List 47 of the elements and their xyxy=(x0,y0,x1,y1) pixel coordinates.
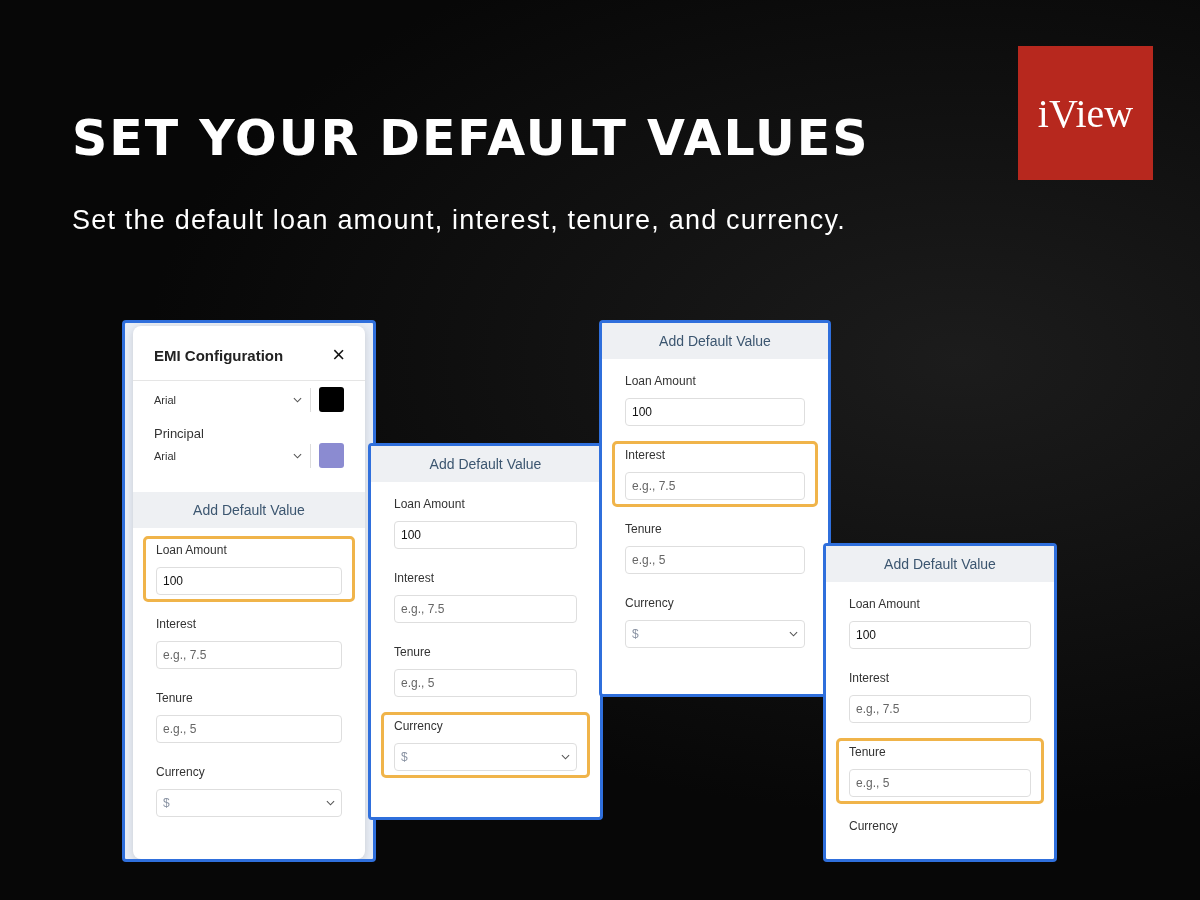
field-label: Interest xyxy=(394,571,436,585)
input-field[interactable]: 100 xyxy=(849,621,1031,649)
field-label: Currency xyxy=(156,765,206,779)
field-label: Currency xyxy=(849,819,899,833)
chevron-icon xyxy=(293,452,302,459)
input-field[interactable]: e.g., 5 xyxy=(625,546,805,574)
chevron-icon xyxy=(561,754,570,760)
subheading: Set the default loan amount, interest, tenure, and currency. xyxy=(72,205,847,236)
color-swatch[interactable] xyxy=(319,443,344,468)
chevron-icon xyxy=(326,800,335,806)
input-field[interactable]: e.g., 5 xyxy=(849,769,1031,797)
input-field[interactable]: 100 xyxy=(625,398,805,426)
field-label: Loan Amount xyxy=(156,543,228,557)
font-dropdown[interactable]: Arial xyxy=(154,393,302,406)
heading: SET YOUR DEFAULT VALUES xyxy=(72,110,870,167)
section-header: Add Default Value xyxy=(371,446,600,482)
field-label: Loan Amount xyxy=(394,497,466,511)
field-label: Tenure xyxy=(849,745,887,759)
close-button[interactable]: × xyxy=(332,344,345,366)
input-field[interactable]: e.g., 7.5 xyxy=(394,595,577,623)
color-swatch[interactable] xyxy=(319,387,344,412)
input-field[interactable]: 100 xyxy=(156,567,342,595)
field-label: Tenure xyxy=(394,645,432,659)
field-label: Tenure xyxy=(156,691,194,705)
field-label: Currency xyxy=(394,719,444,733)
field-label: Interest xyxy=(625,448,667,462)
input-field[interactable]: 100 xyxy=(394,521,577,549)
section-header: Add Default Value xyxy=(602,323,828,359)
logo: iView xyxy=(1018,46,1153,180)
input-field[interactable]: e.g., 5 xyxy=(156,715,342,743)
input-field[interactable]: e.g., 7.5 xyxy=(849,695,1031,723)
input-field[interactable]: e.g., 7.5 xyxy=(156,641,342,669)
section-header: Add Default Value xyxy=(826,546,1054,582)
input-field[interactable]: e.g., 7.5 xyxy=(625,472,805,500)
input-field[interactable]: e.g., 5 xyxy=(394,669,577,697)
field-label: Loan Amount xyxy=(625,374,697,388)
field-label: Interest xyxy=(156,617,198,631)
font-dropdown[interactable]: Arial xyxy=(154,449,302,462)
chevron-icon xyxy=(789,631,798,637)
field-label: Currency xyxy=(625,596,675,610)
field-label: Principal xyxy=(154,426,205,441)
chevron-icon xyxy=(293,396,302,403)
field-label: Loan Amount xyxy=(849,597,921,611)
field-label: Tenure xyxy=(625,522,663,536)
field-label: Interest xyxy=(849,671,891,685)
panel-title: EMI Configuration xyxy=(154,346,284,364)
section-header: Add Default Value xyxy=(133,492,365,528)
